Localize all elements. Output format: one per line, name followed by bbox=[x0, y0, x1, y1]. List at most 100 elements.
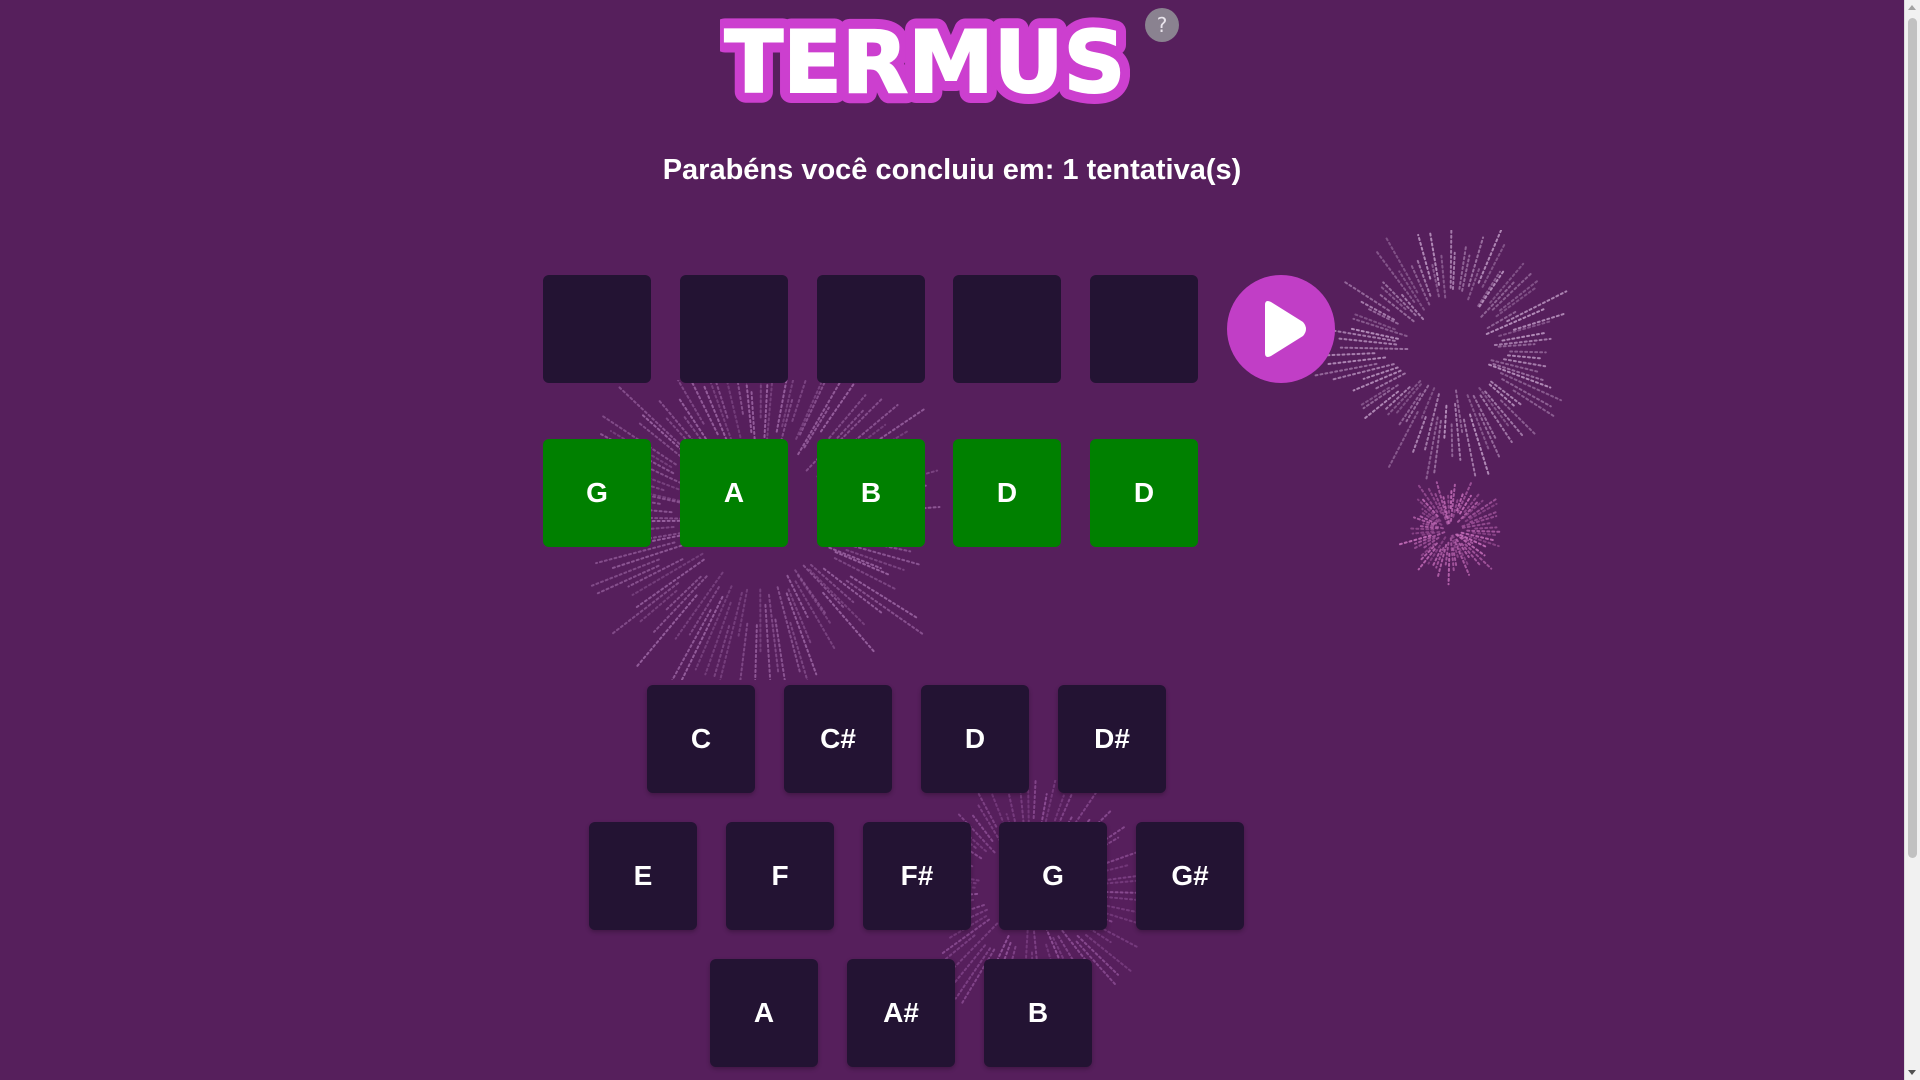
firework-spark bbox=[795, 380, 824, 440]
scrollbar-thumb[interactable] bbox=[1908, 18, 1917, 858]
firework-spark bbox=[1492, 363, 1544, 381]
firework-decoration-small bbox=[1397, 481, 1503, 586]
firework-spark bbox=[1409, 527, 1435, 531]
firework-spark bbox=[764, 603, 772, 680]
firework-spark bbox=[1431, 548, 1442, 569]
firework-spark bbox=[767, 593, 780, 676]
help-button[interactable]: ? bbox=[1145, 8, 1179, 42]
firework-spark bbox=[1495, 286, 1537, 318]
firework-spark bbox=[1427, 536, 1447, 565]
firework-spark bbox=[828, 546, 882, 570]
firework-spark bbox=[1395, 383, 1422, 414]
attempt-tile-correct: B bbox=[817, 439, 925, 547]
firework-spark bbox=[1397, 534, 1432, 546]
logo-text: TERMUS bbox=[725, 13, 1126, 113]
firework-spark bbox=[1458, 244, 1468, 290]
firework-spark bbox=[1472, 394, 1497, 439]
firework-spark bbox=[1339, 346, 1409, 351]
note-key-c[interactable]: C bbox=[647, 685, 755, 793]
note-key-f-sharp[interactable]: F# bbox=[863, 822, 971, 930]
firework-spark bbox=[1450, 534, 1459, 558]
firework-spark bbox=[1478, 412, 1501, 459]
firework-spark bbox=[1506, 290, 1568, 323]
firework-spark bbox=[1452, 547, 1458, 569]
firework-spark bbox=[776, 586, 802, 675]
note-key-a[interactable]: A bbox=[710, 959, 818, 1067]
attempt-tile-correct: D bbox=[1090, 439, 1198, 547]
firework-spark bbox=[1367, 307, 1399, 325]
firework-spark bbox=[1484, 390, 1525, 438]
firework-spark bbox=[1433, 419, 1442, 475]
firework-spark bbox=[1481, 243, 1506, 288]
firework-spark bbox=[610, 582, 680, 636]
firework-spark bbox=[1336, 337, 1398, 346]
firework-spark bbox=[972, 814, 994, 842]
play-button[interactable] bbox=[1227, 275, 1335, 383]
firework-spark bbox=[849, 575, 918, 619]
scroll-down-arrow-icon[interactable] bbox=[1908, 1070, 1916, 1075]
firework-spark bbox=[1419, 530, 1441, 537]
firework-spark bbox=[1358, 299, 1396, 321]
note-key-f[interactable]: F bbox=[726, 822, 834, 930]
firework-spark bbox=[791, 380, 807, 422]
attempt-tile-correct: D bbox=[953, 439, 1061, 547]
note-key-b[interactable]: B bbox=[984, 959, 1092, 1067]
firework-spark bbox=[1443, 404, 1448, 442]
firework-spark bbox=[1501, 332, 1546, 342]
firework-spark bbox=[1501, 378, 1552, 408]
termus-logo: TERMUS TERMUS bbox=[720, 8, 1130, 120]
firework-spark bbox=[1422, 522, 1444, 530]
firework-spark bbox=[1509, 350, 1547, 354]
firework-spark bbox=[1385, 386, 1411, 410]
firework-spark bbox=[1353, 313, 1396, 331]
vertical-scrollbar[interactable] bbox=[1904, 0, 1920, 1080]
firework-spark bbox=[703, 385, 728, 441]
firework-spark bbox=[739, 622, 749, 680]
firework-spark bbox=[1435, 481, 1448, 518]
note-key-d-sharp[interactable]: D# bbox=[1058, 685, 1166, 793]
firework-spark bbox=[1425, 416, 1439, 482]
firework-spark bbox=[1478, 269, 1506, 308]
firework-spark bbox=[1447, 493, 1451, 524]
note-key-c-sharp[interactable]: C# bbox=[784, 685, 892, 793]
firework-spark bbox=[1461, 515, 1498, 528]
firework-spark bbox=[1352, 369, 1402, 392]
note-key-d[interactable]: D bbox=[921, 685, 1029, 793]
note-key-a-sharp[interactable]: A# bbox=[847, 959, 955, 1067]
firework-spark bbox=[676, 380, 705, 425]
firework-spark bbox=[1461, 254, 1471, 292]
firework-spark bbox=[845, 549, 905, 571]
firework-spark bbox=[765, 380, 774, 442]
attempt-tile bbox=[953, 275, 1061, 383]
firework-spark bbox=[694, 585, 733, 671]
firework-spark bbox=[1466, 394, 1490, 451]
firework-spark bbox=[1429, 231, 1440, 286]
firework-spark bbox=[1387, 380, 1422, 416]
firework-spark bbox=[1444, 541, 1450, 567]
attempt-tile bbox=[680, 275, 788, 383]
firework-spark bbox=[1382, 281, 1417, 317]
firework-spark bbox=[704, 601, 732, 676]
firework-spark bbox=[1478, 387, 1510, 427]
note-key-g-sharp[interactable]: G# bbox=[1136, 822, 1244, 930]
game-screen: TERMUS TERMUS ? Parabéns você concluiu e… bbox=[0, 0, 1920, 1080]
scroll-up-arrow-icon[interactable] bbox=[1908, 5, 1916, 10]
firework-spark bbox=[950, 944, 986, 988]
firework-spark bbox=[1416, 498, 1442, 522]
firework-spark bbox=[1417, 233, 1432, 280]
note-key-g[interactable]: G bbox=[999, 822, 1107, 930]
firework-spark bbox=[1456, 481, 1473, 514]
attempt-tile-correct: G bbox=[543, 439, 651, 547]
firework-spark bbox=[664, 575, 702, 612]
firework-spark bbox=[1460, 542, 1482, 567]
firework-spark bbox=[1440, 253, 1447, 299]
firework-spark bbox=[1467, 236, 1485, 287]
firework-spark bbox=[1424, 393, 1440, 451]
firework-spark bbox=[1462, 418, 1477, 478]
firework-spark bbox=[1416, 483, 1439, 513]
firework-spark bbox=[1500, 399, 1537, 436]
attempt-tile-correct: A bbox=[680, 439, 788, 547]
firework-spark bbox=[627, 558, 684, 588]
firework-spark bbox=[1442, 496, 1450, 525]
note-key-e[interactable]: E bbox=[589, 822, 697, 930]
